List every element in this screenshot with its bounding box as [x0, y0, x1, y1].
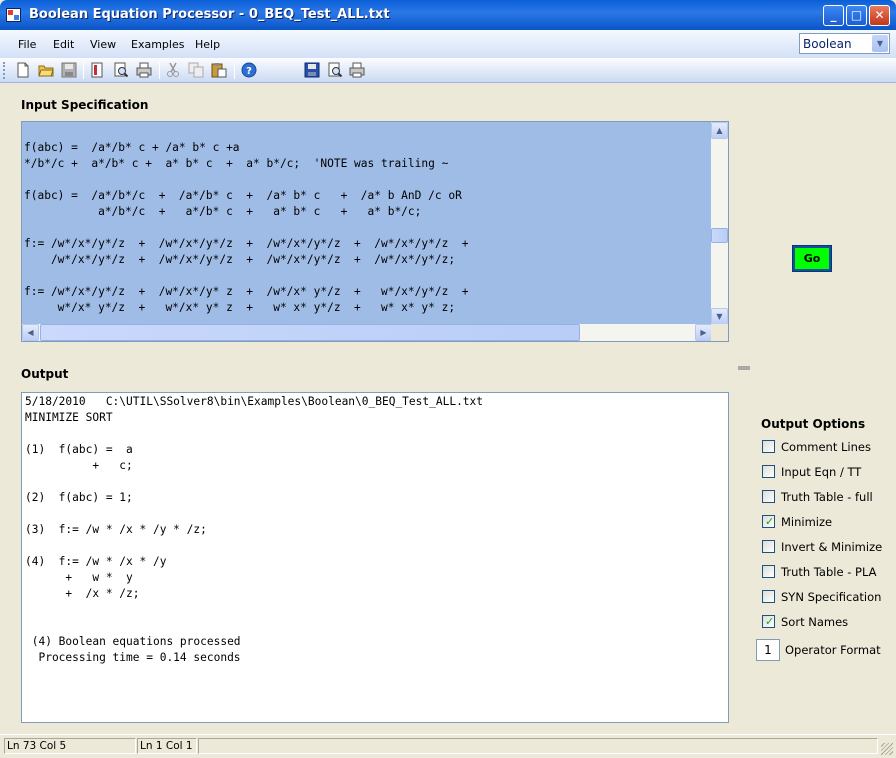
copy-icon[interactable]	[188, 62, 204, 78]
open-folder-icon[interactable]	[38, 62, 54, 78]
input-hscroll-thumb[interactable]	[40, 324, 580, 341]
option-label: Truth Table - PLA	[781, 565, 877, 579]
paste-icon[interactable]	[211, 62, 227, 78]
option-checkbox[interactable]	[762, 590, 775, 603]
print-preview-icon[interactable]	[89, 62, 105, 78]
scroll-left-icon[interactable]: ◀	[22, 324, 39, 341]
toolbar-separator	[159, 62, 160, 79]
find-icon[interactable]	[113, 62, 129, 78]
title-bar: Boolean Equation Processor - 0_BEQ_Test_…	[0, 0, 896, 30]
menu-file[interactable]: File	[18, 38, 36, 51]
go-button[interactable]: Go	[792, 245, 832, 272]
save-output-icon[interactable]	[304, 62, 320, 78]
splitter-handle[interactable]	[738, 366, 750, 370]
print-output-icon[interactable]	[349, 62, 365, 78]
output-text[interactable]: 5/18/2010 C:\UTIL\SSolver8\bin\Examples\…	[22, 393, 728, 666]
checkmark-icon: ✓	[765, 515, 775, 528]
scroll-right-icon[interactable]: ▶	[695, 324, 712, 341]
input-vertical-scrollbar[interactable]: ▲ ▼	[711, 122, 728, 325]
mode-select[interactable]: Boolean ▼	[799, 33, 890, 54]
mode-select-value: Boolean	[803, 37, 852, 51]
window-title: Boolean Equation Processor - 0_BEQ_Test_…	[29, 7, 390, 22]
option-checkbox[interactable]	[762, 565, 775, 578]
option-checkbox[interactable]: ✓	[762, 515, 775, 528]
option-checkbox[interactable]	[762, 465, 775, 478]
input-specification-label: Input Specification	[21, 98, 149, 112]
toolbar-separator	[83, 62, 84, 79]
menu-examples[interactable]: Examples	[131, 38, 184, 51]
option-label: Comment Lines	[781, 440, 871, 454]
cut-icon[interactable]	[165, 62, 181, 78]
input-specification-editor[interactable]: f(abc) = /a*/b* c + /a* b* c +a */b*/c +…	[21, 121, 729, 342]
input-text-area[interactable]: f(abc) = /a*/b* c + /a* b* c +a */b*/c +…	[22, 122, 712, 325]
status-spacer	[198, 738, 878, 754]
status-bar: Ln 73 Col 5 Ln 1 Col 1	[0, 734, 896, 758]
checkmark-icon: ✓	[765, 615, 775, 628]
menu-help[interactable]: Help	[195, 38, 220, 51]
chevron-down-icon[interactable]: ▼	[872, 35, 888, 52]
input-vscroll-thumb[interactable]	[711, 228, 728, 243]
output-label: Output	[21, 367, 69, 381]
app-icon[interactable]	[6, 8, 21, 22]
save-icon[interactable]	[61, 62, 77, 78]
output-options-title: Output Options	[761, 417, 866, 431]
option-label: Sort Names	[781, 615, 849, 629]
toolbar-grip[interactable]	[3, 62, 6, 79]
maximize-button[interactable]: □	[846, 5, 867, 26]
menu-edit[interactable]: Edit	[53, 38, 74, 51]
close-button[interactable]: ✕	[869, 5, 890, 26]
print-icon[interactable]	[136, 62, 152, 78]
svg-text:?: ?	[246, 66, 252, 77]
scroll-up-icon[interactable]: ▲	[711, 122, 728, 139]
option-label: Invert & Minimize	[781, 540, 883, 554]
scroll-corner	[711, 324, 728, 341]
option-label: Input Eqn / TT	[781, 465, 862, 479]
scroll-down-icon[interactable]: ▼	[711, 308, 728, 325]
new-file-icon[interactable]	[15, 62, 31, 78]
toolbar-separator	[234, 62, 235, 79]
option-label: Minimize	[781, 515, 833, 529]
menu-view[interactable]: View	[90, 38, 116, 51]
option-checkbox[interactable]: ✓	[762, 615, 775, 628]
option-label: Truth Table - full	[781, 490, 873, 504]
input-text[interactable]: f(abc) = /a*/b* c + /a* b* c +a */b*/c +…	[22, 122, 712, 316]
option-label: SYN Specification	[781, 590, 882, 604]
menu-bar: File Edit View Examples Help	[0, 30, 896, 58]
preview-output-icon[interactable]	[327, 62, 343, 78]
minimize-button[interactable]: _	[823, 5, 844, 26]
operator-format-label: Operator Format	[785, 643, 881, 657]
input-horizontal-scrollbar[interactable]: ◀ ▶	[22, 324, 712, 341]
option-checkbox[interactable]	[762, 540, 775, 553]
help-icon[interactable]: ?	[241, 62, 257, 78]
resize-grip-icon[interactable]	[881, 743, 893, 755]
input-cursor-position: Ln 73 Col 5	[4, 738, 136, 754]
toolbar: ?	[0, 58, 896, 83]
option-checkbox[interactable]	[762, 490, 775, 503]
output-cursor-position: Ln 1 Col 1	[137, 738, 197, 754]
output-text-area[interactable]: 5/18/2010 C:\UTIL\SSolver8\bin\Examples\…	[21, 392, 729, 723]
operator-format-input[interactable]: 1	[756, 639, 780, 661]
option-checkbox[interactable]	[762, 440, 775, 453]
